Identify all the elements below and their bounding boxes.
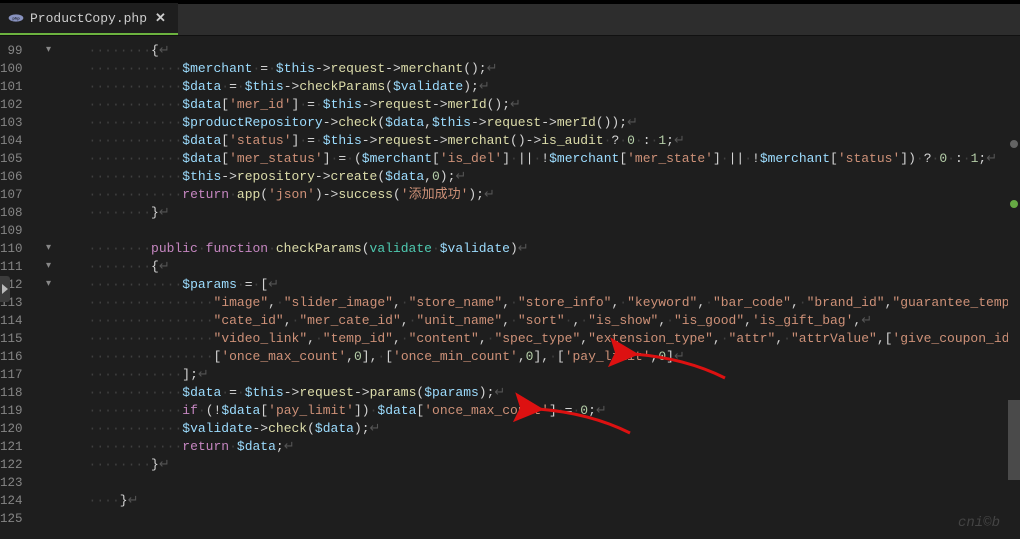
code-line[interactable]: ················['once_max_count',0],·['…	[89, 348, 1020, 366]
code-line[interactable]: ········{↵	[89, 42, 1020, 60]
scroll-mark	[1010, 140, 1018, 148]
code-line[interactable]: ····}↵	[89, 492, 1020, 510]
scrollbar-thumb[interactable]	[1008, 400, 1020, 480]
php-file-icon: php	[8, 10, 24, 26]
tab-productcopy[interactable]: php ProductCopy.php ✕	[0, 3, 178, 35]
code-line[interactable]	[89, 474, 1020, 492]
code-line[interactable]: ············if·(!$data['pay_limit'])·$da…	[89, 402, 1020, 420]
code-line[interactable]: ············return·$data;↵	[89, 438, 1020, 456]
code-line[interactable]: ············$data['mer_status']·=·($merc…	[89, 150, 1020, 168]
code-line[interactable]: ········public·function·checkParams(vali…	[89, 240, 1020, 258]
code-line[interactable]: ········}↵	[89, 456, 1020, 474]
code-editor[interactable]: 9910010110210310410510610710810911011111…	[0, 36, 1020, 539]
vertical-scrollbar[interactable]	[1008, 80, 1020, 539]
code-area[interactable]: ········{↵············$merchant·=·$this-…	[29, 36, 1020, 539]
code-line[interactable]: ················"video_link",·"temp_id",…	[89, 330, 1020, 348]
tab-filename: ProductCopy.php	[30, 11, 147, 26]
code-line[interactable]: ········{↵	[89, 258, 1020, 276]
code-line[interactable]: ················"cate_id",·"mer_cate_id"…	[89, 312, 1020, 330]
watermark-text: cni©b	[958, 515, 1000, 531]
code-line[interactable]: ············$validate->check($data);↵	[89, 420, 1020, 438]
tab-close-icon[interactable]: ✕	[153, 11, 168, 26]
code-line[interactable]: ············$params·=·[↵	[89, 276, 1020, 294]
tab-bar: php ProductCopy.php ✕	[0, 4, 1020, 36]
code-line[interactable]: ············];↵	[89, 366, 1020, 384]
code-line[interactable]: ············$productRepository->check($d…	[89, 114, 1020, 132]
code-line[interactable]: ············$data·=·$this->request->para…	[89, 384, 1020, 402]
code-line[interactable]: ············$data·=·$this->checkParams($…	[89, 78, 1020, 96]
scroll-mark	[1010, 200, 1018, 208]
code-line[interactable]: ············$data['status']·=·$this->req…	[89, 132, 1020, 150]
code-line[interactable]: ············$data['mer_id']·=·$this->req…	[89, 96, 1020, 114]
code-line[interactable]: ············return·app('json')->success(…	[89, 186, 1020, 204]
left-panel-toggle[interactable]	[0, 276, 10, 302]
code-line[interactable]: ············$merchant·=·$this->request->…	[89, 60, 1020, 78]
code-line[interactable]	[89, 222, 1020, 240]
code-line[interactable]: ············$this->repository->create($d…	[89, 168, 1020, 186]
svg-text:php: php	[12, 16, 20, 21]
code-line[interactable]	[89, 510, 1020, 528]
code-line[interactable]: ················"image",·"slider_image",…	[89, 294, 1020, 312]
code-line[interactable]: ········}↵	[89, 204, 1020, 222]
